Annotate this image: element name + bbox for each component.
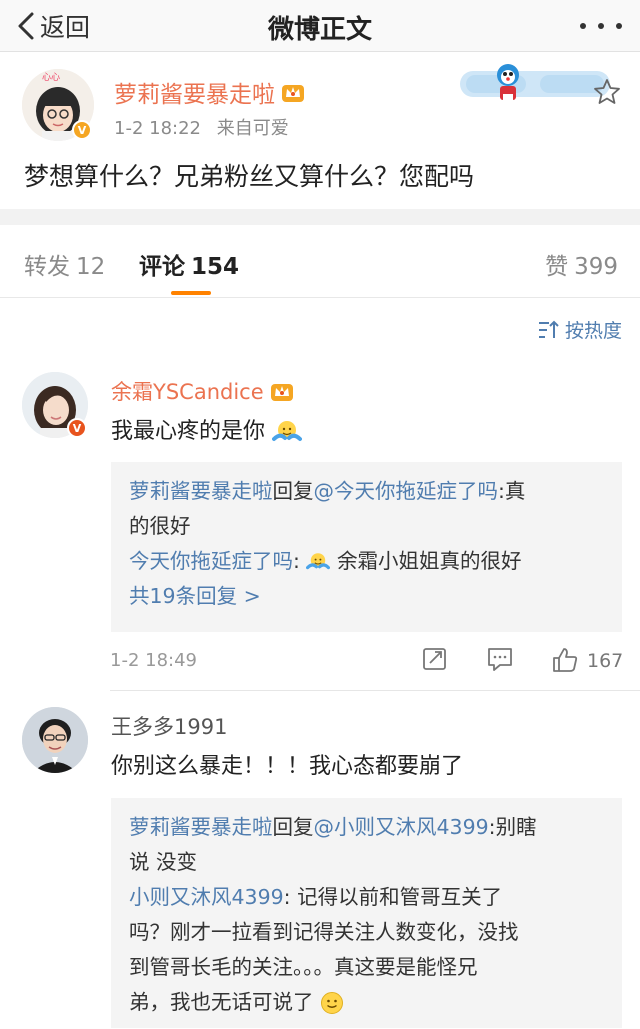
reply-verb: 回复: [272, 815, 314, 839]
tab-repost-count: 12: [76, 254, 106, 280]
repost-icon[interactable]: [422, 646, 448, 672]
view-all-replies-link[interactable]: 共19条回复 >: [129, 579, 604, 614]
reply-verb: 回复: [272, 479, 314, 503]
comment-icon[interactable]: [486, 646, 514, 672]
tab-comment-count: 154: [191, 254, 240, 280]
comment-action-row: 1-2 18:49 167: [110, 642, 630, 682]
tab-comment-label: 评论: [139, 254, 185, 280]
tab-like-count: 399: [574, 254, 618, 280]
hug-emoji-icon: [272, 421, 303, 441]
comment-text: 你别这么暴走！！！我心态都要崩了: [111, 754, 464, 779]
reply-text-cont: 到管哥长毛的关注。。。真这要是能怪兄: [129, 955, 478, 979]
post-tabs: 转发 12 评论 154 赞 399: [0, 225, 640, 298]
comment-text: 我最心疼的是你: [111, 413, 303, 445]
comment-author-name[interactable]: 王多多1991: [111, 711, 227, 741]
more-dots-icon[interactable]: [580, 18, 622, 34]
tab-comment[interactable]: 评论 154: [139, 247, 239, 281]
section-gap: [0, 209, 640, 225]
sort-label: 按热度: [564, 320, 622, 342]
star-icon[interactable]: [592, 77, 622, 107]
reply-text-cont: 的很好: [129, 514, 191, 538]
comment-author-label: 王多多1991: [111, 715, 228, 739]
verified-badge-icon: V: [72, 120, 92, 140]
post-source: 来自可爱: [216, 118, 289, 139]
post-author-label: 萝莉酱要暴走啦: [114, 82, 275, 108]
reply-text: :别瞎: [488, 815, 537, 839]
post-card: 心心 V 萝莉酱要暴走啦 1-2 18:22 来自可爱 梦想算什么？兄弟粉丝又算…: [0, 53, 640, 209]
comment-divider: [110, 690, 640, 691]
smile-emoji-icon: [321, 992, 344, 1014]
reply-user-link[interactable]: 小则又沐风4399: [129, 885, 284, 909]
reply-preview-box[interactable]: 萝莉酱要暴走啦回复@小则又沐风4399:别瞎 说 没变 小则又沐风4399: 记…: [111, 798, 622, 1028]
reply-user-link[interactable]: 今天你拖延症了吗: [129, 549, 293, 573]
crown-icon: [282, 85, 304, 102]
crown-icon: [270, 384, 293, 401]
reply-text: :真: [498, 479, 526, 503]
cartoon-banner-image: [460, 64, 610, 100]
commenter-avatar[interactable]: [22, 707, 88, 773]
top-nav-bar: 返回 微博正文: [0, 0, 640, 52]
page-title: 微博正文: [267, 15, 372, 45]
reply-text: 记得以前和管哥互关了: [297, 885, 503, 909]
reply-user-link[interactable]: 萝莉酱要暴走啦: [129, 815, 273, 839]
verified-badge-icon: V: [67, 418, 87, 438]
avatar-caption: 心心: [42, 72, 60, 83]
like-count: 167: [587, 650, 624, 672]
hug-emoji-icon: [306, 553, 331, 570]
reply-mention-link[interactable]: @小则又沐风4399: [314, 815, 489, 839]
like-icon[interactable]: [551, 646, 579, 674]
comment-author-name[interactable]: 余霜YSCandice: [111, 376, 294, 406]
post-meta: 1-2 18:22 来自可爱: [114, 114, 289, 140]
tab-like-label: 赞: [545, 254, 569, 280]
tab-like[interactable]: 赞 399: [545, 247, 618, 281]
reply-text-cont: 说 没变: [129, 850, 198, 874]
sort-icon: [538, 320, 559, 338]
reply-user-link[interactable]: 萝莉酱要暴走啦: [129, 479, 273, 503]
comment-time: 1-2 18:49: [110, 650, 197, 671]
reply-preview-box[interactable]: 萝莉酱要暴走啦回复@今天你拖延症了吗:真 的很好 今天你拖延症了吗: 余霜小姐姐…: [111, 462, 622, 632]
comment-author-label: 余霜YSCandice: [111, 380, 264, 404]
post-time: 1-2 18:22: [114, 118, 201, 139]
tab-active-indicator: [171, 291, 211, 295]
post-author-name[interactable]: 萝莉酱要暴走啦: [114, 75, 305, 109]
tab-repost[interactable]: 转发 12: [24, 247, 105, 281]
post-text: 梦想算什么？兄弟粉丝又算什么？您配吗: [24, 162, 475, 191]
reply-text-cont: 弟，我也无话可说了: [129, 990, 314, 1014]
tab-repost-label: 转发: [24, 254, 70, 280]
sort-by-hot-button[interactable]: 按热度: [537, 316, 622, 343]
comment-text-label: 我最心疼的是你: [111, 419, 266, 444]
reply-mention-link[interactable]: @今天你拖延症了吗: [314, 479, 499, 503]
reply-text-cont: 吗？刚才一拉看到记得关注人数变化，没找: [129, 920, 519, 944]
reply-text: 余霜小姐姐真的很好: [336, 549, 522, 573]
